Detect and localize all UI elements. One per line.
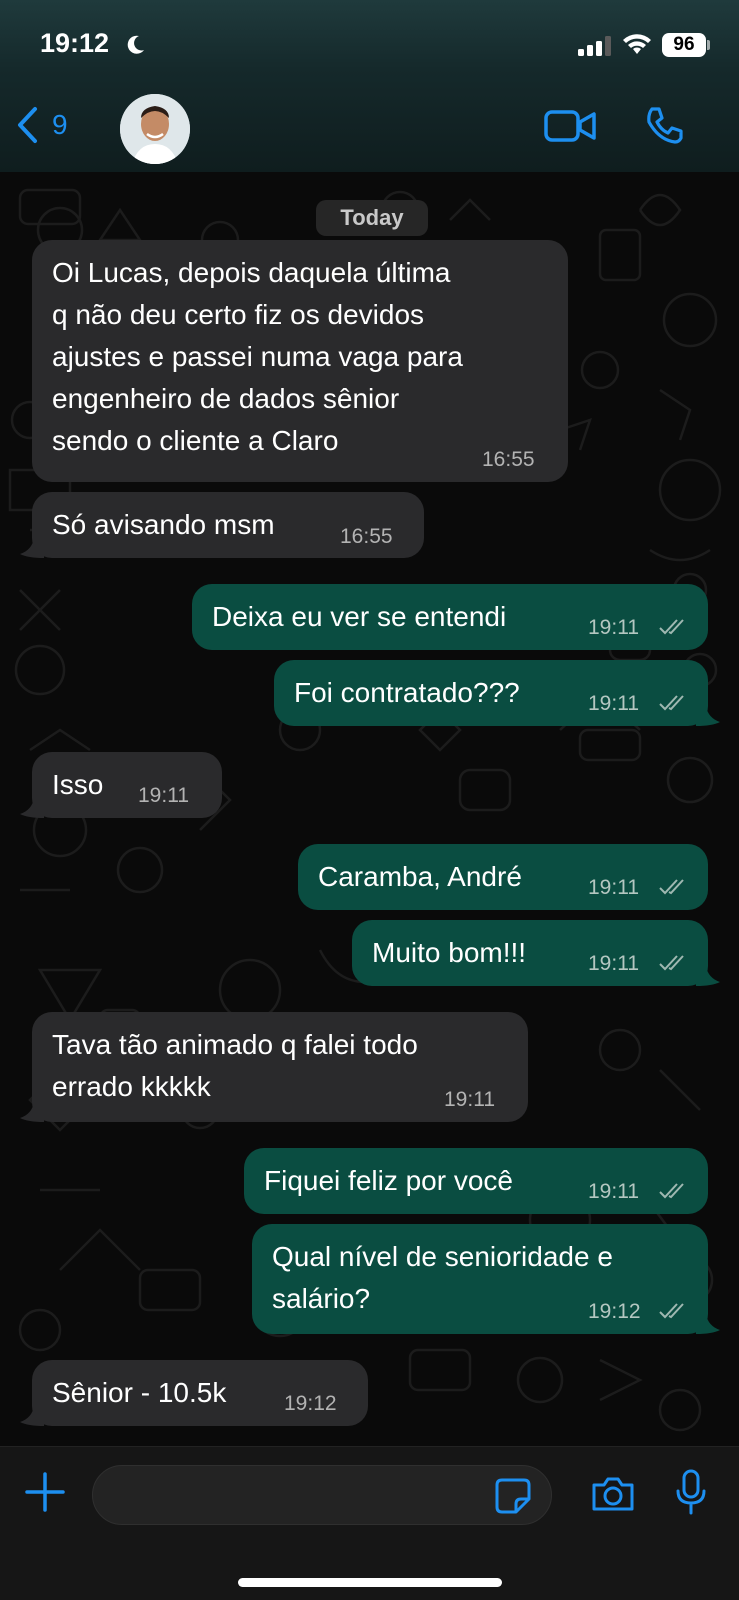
battery-tip xyxy=(707,40,710,50)
message-outgoing[interactable]: Muito bom!!! 19:11 xyxy=(352,920,708,986)
chat-screen: 19:12 96 9 Today Oi Lucas, depois daquel… xyxy=(0,0,739,1600)
message-text: Caramba, André xyxy=(318,861,522,892)
message-time: 19:11 xyxy=(588,1180,639,1203)
message-time: 19:12 xyxy=(588,1300,641,1323)
battery-indicator: 96 xyxy=(662,33,706,57)
message-incoming[interactable]: Oi Lucas, depois daquela última q não de… xyxy=(32,240,568,482)
message-text: Fiquei feliz por você xyxy=(264,1165,514,1196)
message-text: Qual nível de senioridade e salário? xyxy=(272,1241,613,1314)
message-outgoing[interactable]: Foi contratado??? 19:11 xyxy=(274,660,708,726)
message-time: 19:11 xyxy=(588,876,639,899)
message-time: 19:11 xyxy=(444,1088,495,1111)
compose-bar xyxy=(0,1446,739,1600)
message-text: Tava tão animado q falei todo errado kkk… xyxy=(52,1029,418,1102)
back-button[interactable]: 9 xyxy=(16,106,68,144)
signal-icon xyxy=(578,36,611,56)
avatar-photo xyxy=(120,94,190,164)
read-receipt-icon xyxy=(659,955,684,971)
message-incoming[interactable]: Isso 19:11 xyxy=(32,752,222,818)
message-outgoing[interactable]: Qual nível de senioridade e salário? 19:… xyxy=(252,1224,708,1334)
sticker-icon[interactable] xyxy=(494,1477,532,1515)
video-call-icon[interactable] xyxy=(544,110,596,142)
message-time: 16:55 xyxy=(340,525,393,548)
bubble-tail xyxy=(20,538,44,558)
contact-avatar[interactable] xyxy=(120,94,190,164)
message-time: 19:11 xyxy=(138,784,189,807)
camera-icon[interactable] xyxy=(590,1475,636,1513)
message-time: 16:55 xyxy=(482,448,535,471)
bubble-tail xyxy=(696,1314,720,1334)
message-outgoing[interactable]: Fiquei feliz por você 19:11 xyxy=(244,1148,708,1214)
read-receipt-icon xyxy=(659,695,684,711)
message-text: Sênior - 10.5k xyxy=(52,1377,227,1408)
home-indicator xyxy=(238,1578,502,1587)
message-time: 19:12 xyxy=(284,1392,337,1415)
read-receipt-icon xyxy=(659,619,684,635)
unread-count: 9 xyxy=(52,109,68,140)
bubble-tail xyxy=(20,1102,44,1122)
read-receipt-icon xyxy=(659,879,684,895)
message-text: Oi Lucas, depois daquela última q não de… xyxy=(52,257,463,456)
wifi-icon xyxy=(623,34,651,54)
contact-name[interactable] xyxy=(210,100,510,160)
read-receipt-icon xyxy=(659,1303,684,1319)
plus-icon[interactable] xyxy=(24,1471,66,1513)
message-text: Isso xyxy=(52,769,104,800)
message-text: Deixa eu ver se entendi xyxy=(212,601,507,632)
message-time: 19:11 xyxy=(588,952,639,975)
bubble-tail xyxy=(20,1406,44,1426)
message-time: 19:11 xyxy=(588,616,639,639)
message-input[interactable] xyxy=(92,1465,552,1525)
message-incoming[interactable]: Tava tão animado q falei todo errado kkk… xyxy=(32,1012,528,1122)
read-receipt-icon xyxy=(659,1183,684,1199)
microphone-icon[interactable] xyxy=(675,1469,707,1515)
chat-header: 19:12 96 9 xyxy=(0,0,739,172)
message-text: Muito bom!!! xyxy=(372,937,527,968)
message-text: Só avisando msm xyxy=(52,509,275,540)
bubble-tail xyxy=(696,966,720,986)
bubble-tail xyxy=(696,706,720,726)
message-outgoing[interactable]: Caramba, André 19:11 xyxy=(298,844,708,910)
date-divider: Today xyxy=(316,200,428,236)
message-incoming[interactable]: Sênior - 10.5k 19:12 xyxy=(32,1360,368,1426)
moon-icon xyxy=(127,35,144,54)
phone-call-icon[interactable] xyxy=(644,106,684,146)
message-time: 19:11 xyxy=(588,692,639,715)
bubble-tail xyxy=(20,798,44,818)
message-text: Foi contratado??? xyxy=(294,677,520,708)
message-outgoing[interactable]: Deixa eu ver se entendi 19:11 xyxy=(192,584,708,650)
message-incoming[interactable]: Só avisando msm 16:55 xyxy=(32,492,424,558)
chevron-left-icon xyxy=(18,107,37,143)
status-time: 19:12 xyxy=(40,28,110,58)
